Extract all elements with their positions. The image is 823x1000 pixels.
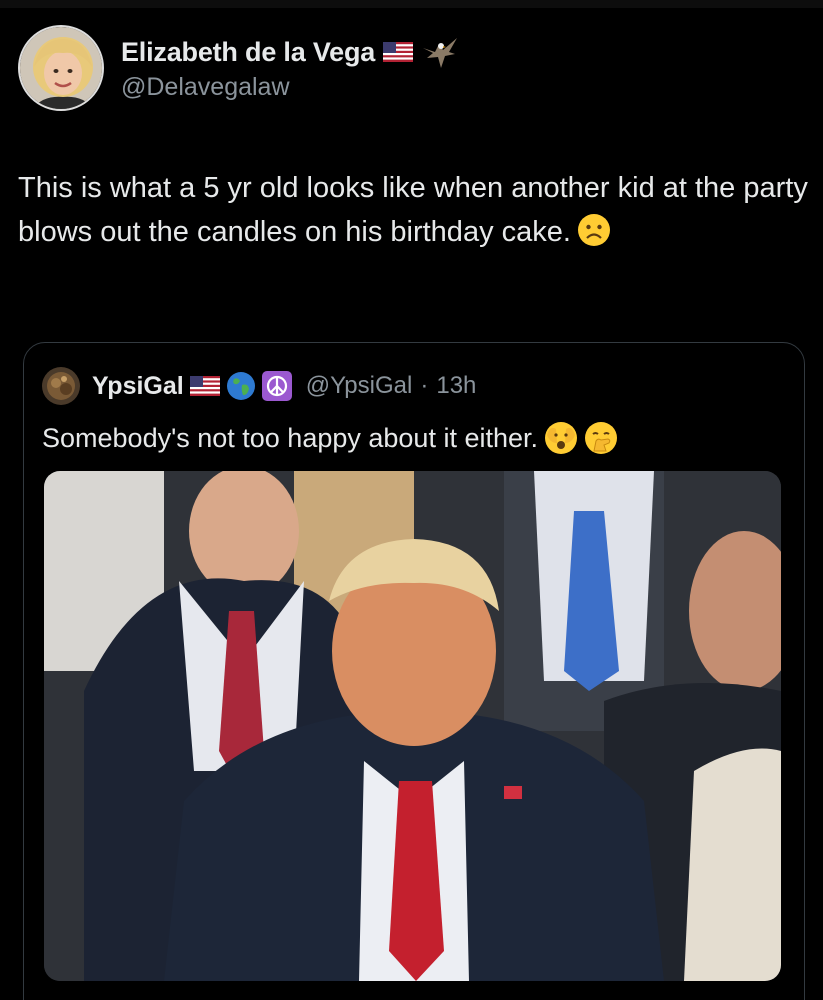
quoted-tweet-body: Somebody's not too happy about it either…: [42, 422, 538, 453]
globe-icon: [226, 371, 256, 401]
us-flag-icon: [383, 42, 414, 62]
author-avatar[interactable]: [18, 25, 104, 111]
tweet-body: This is what a 5 yr old looks like when …: [18, 172, 808, 248]
author-handle[interactable]: @Delavegalaw: [121, 73, 290, 102]
quoted-tweet-card[interactable]: YpsiGal @YpsiGal · 13h Somebody's not to…: [23, 342, 805, 1000]
top-bar: [0, 0, 823, 8]
quoted-tweet-header: YpsiGal @YpsiGal · 13h: [42, 367, 476, 405]
quoted-author-handle[interactable]: @YpsiGal: [306, 372, 413, 400]
tweet-text: This is what a 5 yr old looks like when …: [18, 166, 808, 260]
quoted-tweet-text: Somebody's not too happy about it either…: [42, 421, 618, 455]
quoted-author-avatar[interactable]: [42, 367, 80, 405]
peace-symbol-icon: [261, 371, 292, 401]
eagle-icon: [421, 34, 459, 70]
quoted-tweet-photo[interactable]: [44, 471, 781, 981]
separator-dot: ·: [420, 372, 429, 399]
hand-over-mouth-icon: [584, 421, 618, 455]
us-flag-icon: [189, 376, 220, 396]
author-name-row[interactable]: Elizabeth de la Vega: [121, 36, 459, 68]
quoted-tweet-time[interactable]: 13h: [436, 372, 476, 400]
post-view: Elizabeth de la Vega @Delavegalaw This i…: [0, 0, 823, 1000]
frowning-face-icon: [577, 213, 611, 260]
author-display-name[interactable]: Elizabeth de la Vega: [121, 37, 375, 68]
face-peeking-icon: [544, 421, 578, 455]
quoted-author-name[interactable]: YpsiGal: [92, 372, 184, 401]
